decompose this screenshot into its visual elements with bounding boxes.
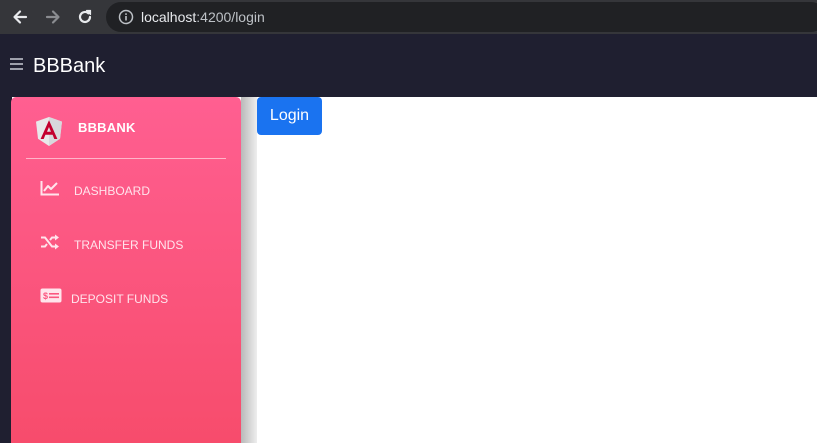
browser-toolbar: localhost:4200/login	[0, 0, 817, 34]
money-bill-icon: $	[40, 288, 62, 303]
sidebar-item-deposit-funds[interactable]: $ DEPOSIT FUNDS	[11, 283, 241, 313]
sidebar-divider	[26, 158, 226, 159]
top-navbar: BBBank	[0, 34, 817, 97]
sidebar-shadow	[241, 97, 257, 443]
back-button[interactable]	[8, 5, 32, 29]
sidebar-item-label: DEPOSIT FUNDS	[71, 292, 169, 306]
info-icon[interactable]	[118, 9, 134, 25]
sidebar-item-label: DASHBOARD	[74, 184, 151, 198]
svg-text:$: $	[43, 291, 48, 301]
forward-button[interactable]	[41, 5, 65, 29]
arrow-left-icon	[13, 10, 28, 24]
sidebar: BBBANK DASHBOARD TRANSFER FUNDS $ DEPOSI…	[11, 97, 241, 443]
login-button[interactable]: Login	[257, 97, 322, 135]
chart-line-icon	[40, 181, 59, 196]
address-bar[interactable]: localhost:4200/login	[106, 2, 817, 32]
sidebar-logo-text[interactable]: BBBANK	[78, 120, 136, 135]
sidebar-item-transfer-funds[interactable]: TRANSFER FUNDS	[11, 229, 241, 259]
reload-button[interactable]	[73, 5, 97, 29]
sidebar-item-dashboard[interactable]: DASHBOARD	[11, 175, 241, 205]
shuffle-icon	[41, 234, 59, 250]
navbar-brand[interactable]: BBBank	[33, 54, 105, 78]
sidebar-item-label: TRANSFER FUNDS	[74, 238, 184, 252]
reload-icon	[78, 9, 92, 24]
hamburger-menu-icon[interactable]	[10, 58, 23, 71]
url-text[interactable]: localhost:4200/login	[141, 9, 265, 25]
arrow-right-icon	[45, 10, 60, 24]
url-path: :4200/login	[196, 9, 265, 25]
url-host: localhost	[141, 9, 197, 25]
angular-logo-icon	[36, 117, 62, 146]
